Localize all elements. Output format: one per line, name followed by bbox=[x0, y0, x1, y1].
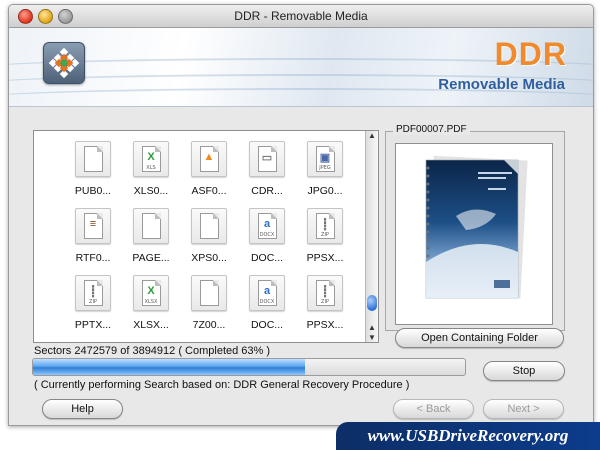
recovered-files-panel[interactable]: PUB0... X XLS XLS0... ▲ ASF0... ▭ CDR... ▣ JPEG JP… bbox=[33, 130, 379, 343]
file-name: PPSX... bbox=[306, 319, 344, 331]
file-name: RTF0... bbox=[75, 252, 111, 264]
current-procedure-text: ( Currently performing Search based on: … bbox=[34, 379, 410, 391]
blank-file-icon bbox=[133, 208, 169, 244]
file-name: XLSX... bbox=[133, 319, 169, 331]
zip-file-icon: ┋ ZIP bbox=[307, 208, 343, 244]
file-item[interactable]: X XLSX XLSX... bbox=[122, 275, 180, 331]
file-name: PPTX... bbox=[74, 319, 112, 331]
recovery-progress-bar bbox=[32, 358, 466, 376]
scrollbar-thumb[interactable] bbox=[367, 295, 377, 311]
website-watermark: www.USBDriveRecovery.org bbox=[336, 422, 600, 450]
scroll-up-icon[interactable]: ▲ bbox=[366, 131, 378, 140]
title-bar: DDR - Removable Media bbox=[9, 5, 593, 28]
file-name: DOC... bbox=[250, 252, 284, 264]
zip-file-icon: ┋ ZIP bbox=[307, 275, 343, 311]
window-title: DDR - Removable Media bbox=[234, 9, 368, 23]
back-button[interactable]: < Back bbox=[393, 399, 474, 419]
header-banner: DDR Removable Media bbox=[9, 28, 593, 107]
website-url: www.USBDriveRecovery.org bbox=[367, 426, 569, 445]
file-item[interactable]: ▣ JPEG JPG0... bbox=[296, 141, 354, 197]
file-item[interactable]: ▭ CDR... bbox=[238, 141, 296, 197]
file-name: PPSX... bbox=[306, 252, 344, 264]
docx-file-icon: a DOCX bbox=[249, 275, 285, 311]
file-item[interactable]: X XLS XLS0... bbox=[122, 141, 180, 197]
vlc-file-icon: ▲ bbox=[191, 141, 227, 177]
blank-file-icon bbox=[191, 275, 227, 311]
file-item[interactable]: 7Z00... bbox=[180, 275, 238, 331]
blank-file-icon bbox=[191, 208, 227, 244]
file-item[interactable]: ▲ ASF0... bbox=[180, 141, 238, 197]
open-containing-folder-button[interactable]: Open Containing Folder bbox=[395, 328, 564, 348]
file-item[interactable]: PUB0... bbox=[64, 141, 122, 197]
next-button[interactable]: Next > bbox=[483, 399, 564, 419]
file-name: CDR... bbox=[251, 185, 283, 197]
file-name: 7Z00... bbox=[192, 319, 226, 331]
sectors-progress-text: Sectors 2472579 of 3894912 ( Completed 6… bbox=[34, 345, 271, 357]
jpeg-file-icon: ▣ JPEG bbox=[307, 141, 343, 177]
scroll-up-arrow-icon[interactable]: ▲ bbox=[366, 323, 378, 332]
file-panel-scrollbar[interactable]: ▲ ▲ ▼ bbox=[365, 131, 378, 342]
brand-title: DDR bbox=[494, 36, 567, 72]
file-item[interactable]: ┋ ZIP PPSX... bbox=[296, 208, 354, 264]
blank-file-icon bbox=[75, 141, 111, 177]
pdf-preview-image bbox=[395, 143, 553, 325]
preview-filename: PDF00007.PDF bbox=[393, 124, 470, 135]
rtf-file-icon: ≡ bbox=[75, 208, 111, 244]
docx-file-icon: a DOCX bbox=[249, 208, 285, 244]
file-name: DOC... bbox=[250, 319, 284, 331]
file-name: JPG0... bbox=[307, 185, 343, 197]
scroll-down-icon[interactable]: ▼ bbox=[366, 333, 378, 342]
excel-file-icon: X XLS bbox=[133, 141, 169, 177]
file-name: ASF0... bbox=[191, 185, 227, 197]
file-item[interactable]: ≡ RTF0... bbox=[64, 208, 122, 264]
disk-file-icon: ▭ bbox=[249, 141, 285, 177]
file-name: XPS0... bbox=[191, 252, 227, 264]
stop-button[interactable]: Stop bbox=[483, 361, 565, 381]
xlsx-file-icon: X XLSX bbox=[133, 275, 169, 311]
file-item[interactable]: XPS0... bbox=[180, 208, 238, 264]
file-item[interactable]: ┋ ZIP PPSX... bbox=[296, 275, 354, 331]
zip-file-icon: ┋ ZIP bbox=[75, 275, 111, 311]
file-name: PUB0... bbox=[74, 185, 112, 197]
file-item[interactable]: a DOCX DOC... bbox=[238, 208, 296, 264]
file-name: XLS0... bbox=[133, 185, 169, 197]
file-name: PAGE... bbox=[132, 252, 170, 264]
file-item[interactable]: PAGE... bbox=[122, 208, 180, 264]
progress-fill bbox=[33, 359, 306, 375]
app-logo-icon bbox=[43, 42, 85, 84]
file-item[interactable]: ┋ ZIP PPTX... bbox=[64, 275, 122, 331]
file-grid: PUB0... X XLS XLS0... ▲ ASF0... ▭ CDR... ▣ JPEG JP… bbox=[34, 141, 378, 331]
file-item[interactable]: a DOCX DOC... bbox=[238, 275, 296, 331]
help-button[interactable]: Help bbox=[42, 399, 123, 419]
product-subtitle: Removable Media bbox=[438, 76, 565, 93]
